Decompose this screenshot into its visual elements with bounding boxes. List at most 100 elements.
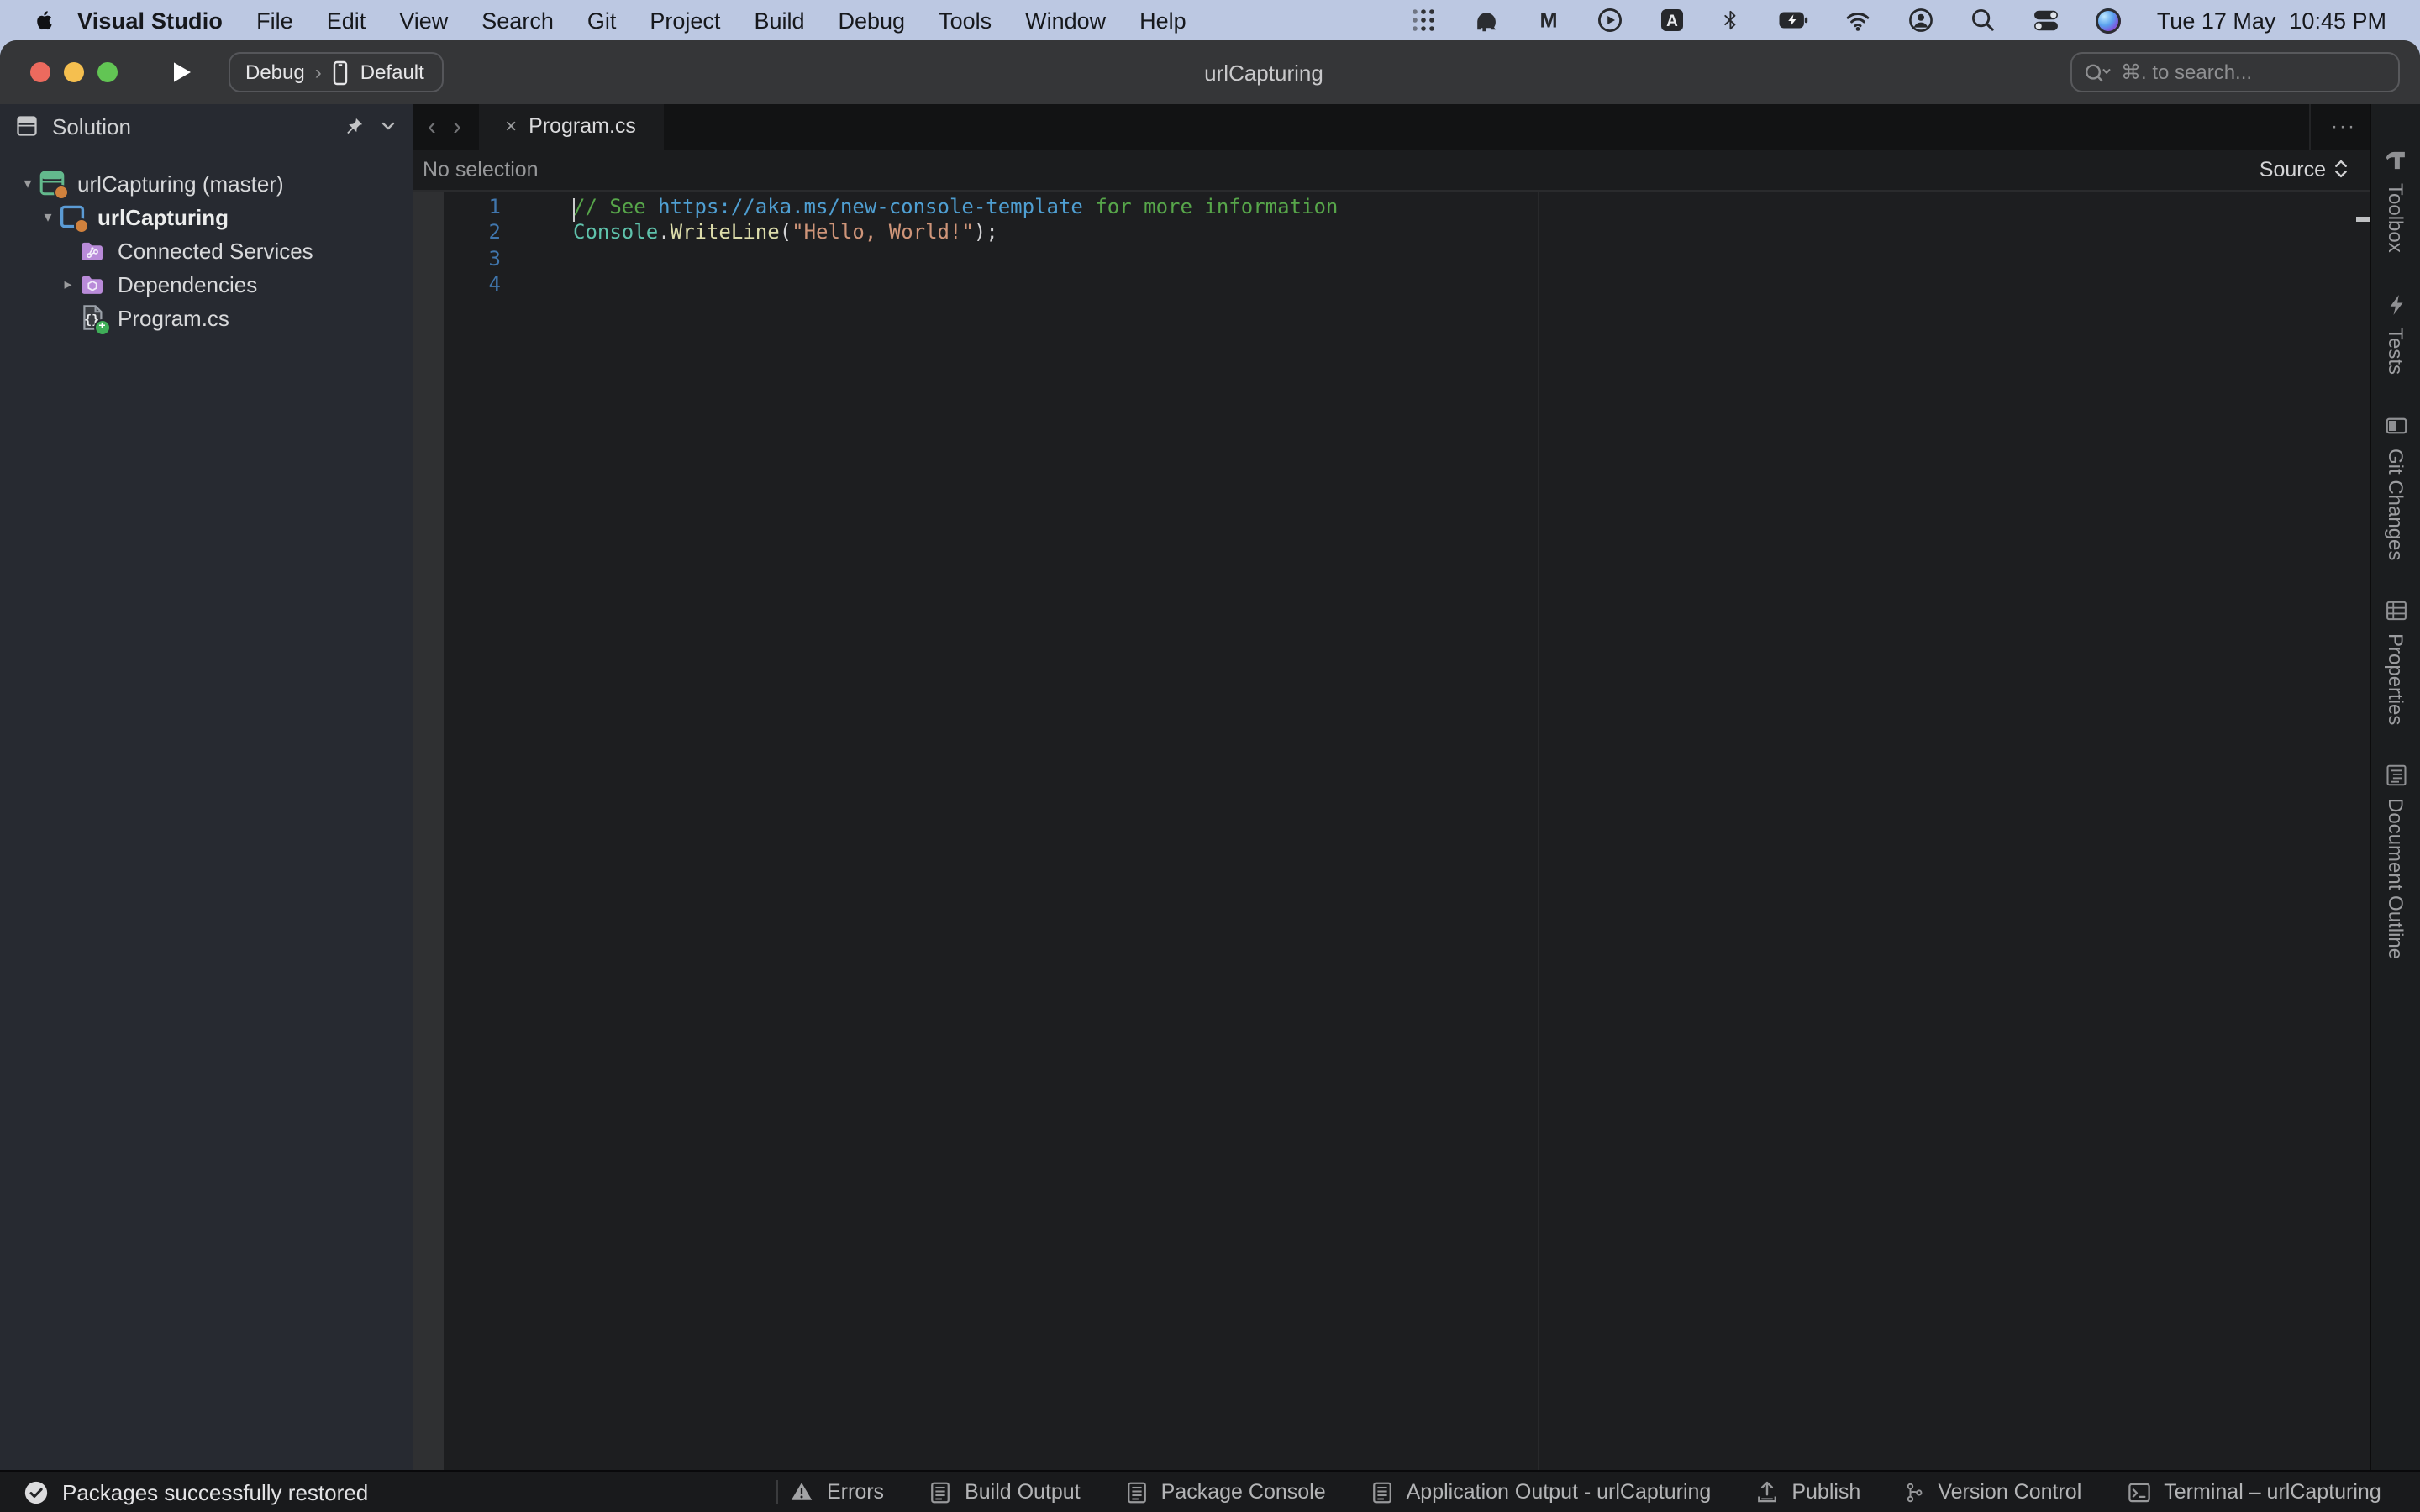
bottom-pad-label: Errors bbox=[827, 1480, 884, 1504]
line-number: 3 bbox=[444, 246, 501, 272]
minimize-window-button[interactable] bbox=[64, 62, 84, 82]
tree-item-urlcapturing-master[interactable]: ▾ urlCapturing (master) bbox=[0, 166, 413, 200]
bottom-pad-publish[interactable]: Publish bbox=[1754, 1479, 1860, 1504]
view-mode-label: Source bbox=[2260, 157, 2326, 181]
menu-bar-time: 10:45 PM bbox=[2289, 8, 2386, 33]
tree-item-label: Dependencies bbox=[118, 272, 257, 297]
active-app-name[interactable]: Visual Studio bbox=[77, 8, 223, 33]
side-pad-document-outline[interactable]: Document Outline bbox=[2371, 763, 2420, 959]
tests-icon bbox=[2384, 292, 2407, 318]
bottom-pad-label: Version Control bbox=[1938, 1480, 2081, 1504]
menu-tools[interactable]: Tools bbox=[922, 8, 1008, 33]
bottom-pad-errors[interactable]: Errors bbox=[788, 1480, 884, 1504]
tree-item-program-cs[interactable]: {}+ Program.cs bbox=[0, 302, 413, 335]
chevron-down-icon[interactable] bbox=[377, 116, 397, 136]
status-bar: Packages successfully restored Errors Bu… bbox=[0, 1470, 2420, 1512]
bottom-pad-package-console[interactable]: Package Console bbox=[1124, 1479, 1326, 1504]
input-a-icon[interactable]: A bbox=[1660, 0, 1686, 40]
macos-menu-bar: Visual Studio FileEditViewSearchGitProje… bbox=[0, 0, 2420, 40]
close-tab-icon[interactable]: × bbox=[505, 115, 517, 139]
added-badge: + bbox=[93, 319, 111, 337]
disclosure-triangle[interactable]: ▾ bbox=[37, 207, 59, 226]
bottom-pad-build-output[interactable]: Build Output bbox=[928, 1479, 1081, 1504]
terminal-icon bbox=[2125, 1479, 2152, 1504]
menu-git[interactable]: Git bbox=[571, 8, 634, 33]
check-circle-icon bbox=[24, 1479, 49, 1504]
search-input[interactable] bbox=[2121, 60, 2386, 84]
code-line-1: 1 // See https://aka.ms/new-console-temp… bbox=[444, 195, 2370, 221]
bottom-pad-application-output-urlcapturing[interactable]: Application Output - urlCapturing bbox=[1370, 1479, 1712, 1504]
menu-window[interactable]: Window bbox=[1008, 8, 1123, 33]
menu-file[interactable]: File bbox=[239, 8, 310, 33]
side-pad-toolbox[interactable]: Toolbox bbox=[2371, 148, 2420, 253]
code-token: WriteLine bbox=[671, 221, 780, 244]
battery-icon[interactable] bbox=[1777, 0, 1809, 40]
control-center-icon[interactable] bbox=[2033, 0, 2061, 40]
wifi-icon[interactable] bbox=[1844, 0, 1873, 40]
bottom-pad-label: Application Output - urlCapturing bbox=[1407, 1480, 1712, 1504]
configuration-label: Debug bbox=[245, 60, 305, 84]
column-ruler bbox=[1538, 191, 1539, 1470]
play-circle-icon[interactable] bbox=[1597, 0, 1624, 40]
menu-bar-left: Visual Studio FileEditViewSearchGitProje… bbox=[0, 7, 1203, 34]
tree-item-dependencies[interactable]: ▸ Dependencies bbox=[0, 268, 413, 302]
menu-bar-date: Tue 17 May bbox=[2157, 8, 2276, 33]
menu-edit[interactable]: Edit bbox=[310, 8, 383, 33]
tab-program-cs[interactable]: × Program.cs bbox=[478, 104, 663, 149]
bluetooth-icon[interactable] bbox=[1722, 0, 1742, 40]
spotlight-icon[interactable] bbox=[1970, 0, 1997, 40]
tab-overflow-button[interactable]: ··· bbox=[2309, 104, 2356, 149]
apple-menu-icon[interactable] bbox=[24, 7, 60, 34]
pin-icon[interactable] bbox=[342, 115, 364, 137]
bottom-pad-version-control[interactable]: Version Control bbox=[1904, 1479, 2081, 1504]
right-pad-strip: Toolbox Tests Git Changes Properties Doc… bbox=[2370, 104, 2420, 1470]
bottom-pad-label: Package Console bbox=[1161, 1480, 1326, 1504]
menu-view[interactable]: View bbox=[382, 8, 465, 33]
menu-debug[interactable]: Debug bbox=[822, 8, 923, 33]
disclosure-triangle[interactable]: ▾ bbox=[17, 174, 39, 192]
tree-item-connected-services[interactable]: Connected Services bbox=[0, 234, 413, 267]
side-pad-git-changes[interactable]: Git Changes bbox=[2371, 413, 2420, 560]
line-number: 4 bbox=[444, 272, 501, 298]
connected-services-icon bbox=[79, 237, 106, 264]
menu-help[interactable]: Help bbox=[1123, 8, 1203, 33]
run-button[interactable] bbox=[168, 59, 195, 86]
text-caret bbox=[572, 197, 575, 221]
code-token: Console bbox=[573, 221, 658, 244]
pad-splitter[interactable] bbox=[413, 191, 444, 1470]
mammoth-icon[interactable] bbox=[1473, 0, 1502, 40]
tree-item-urlcapturing[interactable]: ▾ urlCapturing bbox=[0, 200, 413, 234]
editor-navigation: ‹ › bbox=[419, 104, 470, 149]
window-titlebar: Debug › Default urlCapturing bbox=[0, 40, 2420, 104]
search-icon bbox=[2084, 61, 2112, 83]
menu-build[interactable]: Build bbox=[737, 8, 821, 33]
global-search-field[interactable] bbox=[2070, 52, 2400, 92]
device-label: Default bbox=[360, 60, 424, 84]
menu-project[interactable]: Project bbox=[633, 8, 737, 33]
code-token: ); bbox=[974, 221, 998, 244]
side-pad-tests[interactable]: Tests bbox=[2371, 292, 2420, 375]
visual-studio-window: Debug › Default urlCapturing S bbox=[0, 40, 2420, 1512]
chevron-right-icon: › bbox=[315, 60, 322, 84]
navigate-back-button[interactable]: ‹ bbox=[428, 113, 436, 141]
screen: Visual Studio FileEditViewSearchGitProje… bbox=[0, 0, 2420, 1512]
zoom-window-button[interactable] bbox=[97, 62, 118, 82]
run-configuration-selector[interactable]: Debug › Default bbox=[229, 52, 444, 92]
solution-pad-header: Solution bbox=[0, 104, 413, 148]
menu-bar-clock[interactable]: Tue 17 May 10:45 PM bbox=[2157, 8, 2386, 33]
user-circle-icon[interactable] bbox=[1908, 0, 1935, 40]
menu-search[interactable]: Search bbox=[465, 8, 571, 33]
view-mode-selector[interactable]: Source bbox=[2260, 157, 2349, 181]
navigate-forward-button[interactable]: › bbox=[453, 113, 461, 141]
tree-item-label: urlCapturing bbox=[97, 204, 229, 229]
project-icon bbox=[59, 203, 86, 230]
siri-icon[interactable] bbox=[2096, 0, 2122, 40]
side-pad-properties[interactable]: Properties bbox=[2371, 598, 2420, 725]
code-editor[interactable]: 1 // See https://aka.ms/new-console-temp… bbox=[444, 191, 2370, 1470]
apps-grid-icon[interactable] bbox=[1411, 0, 1438, 40]
disclosure-triangle[interactable]: ▸ bbox=[57, 276, 79, 294]
m-logo-icon[interactable]: M bbox=[1537, 0, 1562, 40]
close-window-button[interactable] bbox=[30, 62, 50, 82]
scrollbar-thumb[interactable] bbox=[2356, 216, 2370, 221]
bottom-pad-terminal-urlcapturing[interactable]: Terminal – urlCapturing bbox=[2125, 1479, 2381, 1504]
